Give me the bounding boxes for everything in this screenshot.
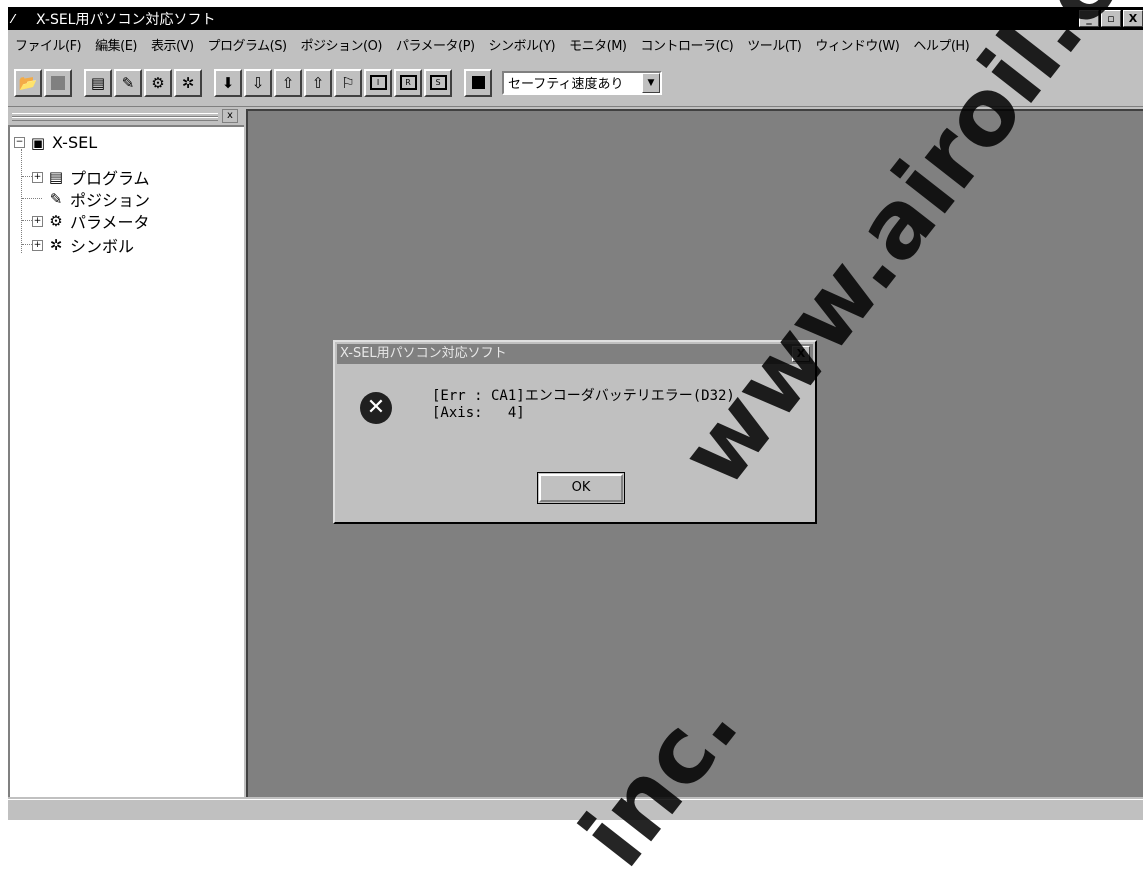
parameter-icon: ⚙ bbox=[49, 212, 63, 230]
register-monitor-icon[interactable]: R bbox=[394, 68, 422, 97]
io-monitor-icon[interactable]: I bbox=[364, 68, 392, 97]
menu-tools[interactable]: ツール(T) bbox=[740, 35, 808, 54]
dialog-title-bar[interactable]: X-SEL用パソコン対応ソフト X bbox=[337, 344, 813, 364]
chevron-down-icon[interactable]: ▼ bbox=[642, 72, 660, 93]
ok-button[interactable]: OK bbox=[537, 472, 625, 504]
tree-item-program[interactable]: + ▤ プログラム bbox=[32, 165, 150, 189]
dialog-close-button[interactable]: X bbox=[792, 346, 810, 362]
menu-bar: ファイル(F) 編集(E) 表示(V) プログラム(S) ポジション(O) パラ… bbox=[8, 31, 1143, 57]
tree-item-position[interactable]: ✎ ポジション bbox=[46, 187, 150, 211]
menu-help[interactable]: ヘルプ(H) bbox=[906, 35, 976, 54]
menu-monitor[interactable]: モニタ(M) bbox=[562, 35, 633, 54]
menu-controller[interactable]: コントローラ(C) bbox=[634, 35, 741, 54]
collapse-icon[interactable]: − bbox=[14, 137, 25, 148]
open-folder-icon[interactable]: 📂 bbox=[14, 68, 42, 97]
arrow-up-outline-icon[interactable]: ⇧ bbox=[274, 68, 302, 97]
tree-connector bbox=[22, 220, 32, 221]
app-logo-icon: ⁄⁄⁄ bbox=[12, 11, 14, 26]
symbol-icon[interactable]: ✲ bbox=[174, 68, 202, 97]
tree-label-root: X-SEL bbox=[52, 133, 98, 152]
tree-item-parameter[interactable]: + ⚙ パラメータ bbox=[32, 209, 150, 233]
tree-connector bbox=[22, 198, 42, 199]
tree-item-symbol[interactable]: + ✲ シンボル bbox=[32, 233, 134, 257]
pencil-icon: ✎ bbox=[49, 190, 63, 208]
menu-edit[interactable]: 編集(E) bbox=[88, 35, 144, 54]
arrow-down-filled-icon[interactable]: ⬇ bbox=[214, 68, 242, 97]
menu-position[interactable]: ポジション(O) bbox=[294, 35, 389, 54]
tree-item-root[interactable]: − ▣ X-SEL bbox=[14, 133, 97, 152]
controller-icon: ▣ bbox=[30, 133, 46, 152]
arrow-up-hollow-icon[interactable]: ⇧ bbox=[304, 68, 332, 97]
tree-connector bbox=[21, 149, 22, 253]
program-icon: ▤ bbox=[48, 168, 64, 186]
maximize-button[interactable]: ▫ bbox=[1101, 10, 1121, 27]
menu-program[interactable]: プログラム(S) bbox=[201, 35, 294, 54]
menu-window[interactable]: ウィンドウ(W) bbox=[808, 35, 906, 54]
tree-connector bbox=[22, 244, 32, 245]
pencil-icon[interactable]: ✎ bbox=[114, 68, 142, 97]
tree-label-position: ポジション bbox=[70, 191, 151, 210]
tree-label-symbol: シンボル bbox=[70, 237, 135, 256]
program-icon[interactable]: ▤ bbox=[84, 68, 112, 97]
dialog-title: X-SEL用パソコン対応ソフト bbox=[340, 346, 507, 361]
tree-connector bbox=[22, 176, 32, 177]
tree-label-parameter: パラメータ bbox=[70, 213, 150, 232]
toolbar: 📂 ▤ ✎ ⚙ ✲ ⬇ ⇩ ⇧ ⇧ ⚐ I R S セーフティ速度あり ▼ bbox=[8, 59, 1143, 107]
arrow-down-outline-icon[interactable]: ⇩ bbox=[244, 68, 272, 97]
expand-icon[interactable]: + bbox=[32, 215, 43, 227]
error-dialog: X-SEL用パソコン対応ソフト X ✕ [Err : CA1]エンコーダバッテリ… bbox=[333, 340, 817, 524]
ok-button-label: OK bbox=[539, 474, 623, 502]
minimize-button[interactable]: _ bbox=[1079, 10, 1099, 27]
pane-close-icon[interactable]: x bbox=[222, 109, 238, 123]
black-square-icon[interactable] bbox=[464, 68, 492, 97]
error-message-line1: [Err : CA1]エンコーダバッテリエラー(D32) bbox=[432, 388, 735, 404]
speed-mode-value: セーフティ速度あり bbox=[508, 77, 624, 92]
project-tree: − ▣ X-SEL + ▤ プログラム ✎ ポジション + ⚙ パラメータ + … bbox=[8, 125, 244, 797]
menu-symbol[interactable]: シンボル(Y) bbox=[482, 35, 563, 54]
tree-label-program: プログラム bbox=[70, 169, 150, 188]
menu-parameter[interactable]: パラメータ(P) bbox=[389, 35, 482, 54]
pane-grip-2[interactable] bbox=[12, 117, 218, 121]
window-title: X-SEL用パソコン対応ソフト bbox=[36, 11, 216, 28]
speed-mode-select[interactable]: セーフティ速度あり ▼ bbox=[502, 70, 662, 95]
close-button[interactable]: X bbox=[1123, 10, 1143, 27]
menu-file[interactable]: ファイル(F) bbox=[8, 35, 88, 54]
tree-pane-header[interactable]: x bbox=[8, 109, 242, 123]
status-monitor-icon[interactable]: S bbox=[424, 68, 452, 97]
parameter-icon[interactable]: ⚙ bbox=[144, 68, 172, 97]
stop-square-icon[interactable] bbox=[44, 68, 72, 97]
menu-view[interactable]: 表示(V) bbox=[144, 35, 201, 54]
flag-icon[interactable]: ⚐ bbox=[334, 68, 362, 97]
symbol-icon: ✲ bbox=[49, 236, 63, 254]
title-bar[interactable]: ⁄⁄⁄ X-SEL用パソコン対応ソフト _ ▫ X bbox=[8, 7, 1143, 30]
error-icon: ✕ bbox=[360, 392, 392, 424]
error-message: [Err : CA1]エンコーダバッテリエラー(D32) [Axis: 4] bbox=[432, 388, 735, 422]
error-message-line2: [Axis: 4] bbox=[432, 405, 525, 421]
expand-icon[interactable]: + bbox=[32, 239, 43, 251]
expand-icon[interactable]: + bbox=[32, 171, 43, 183]
